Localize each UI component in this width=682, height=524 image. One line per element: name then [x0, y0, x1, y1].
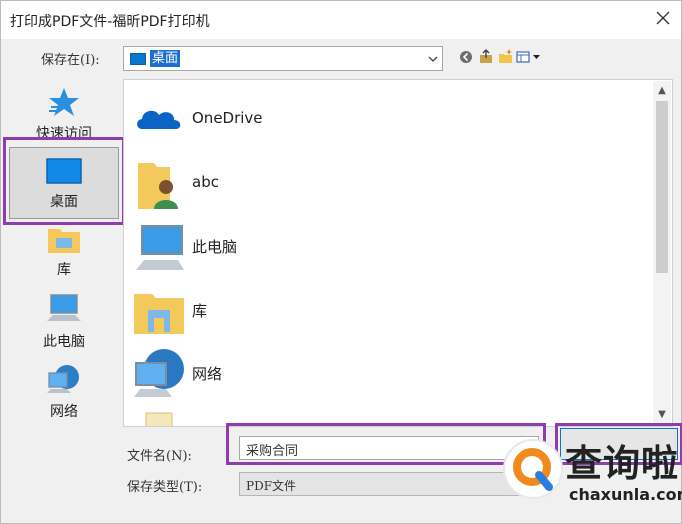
computer-icon: [136, 225, 184, 270]
place-quick-access[interactable]: 快速访问: [9, 81, 119, 143]
place-library[interactable]: 库: [9, 225, 119, 285]
up-folder-icon[interactable]: [478, 47, 494, 67]
back-icon[interactable]: [459, 47, 473, 67]
chevron-down-icon[interactable]: [426, 50, 440, 67]
file-label: abc: [192, 173, 219, 191]
view-menu-icon[interactable]: [516, 47, 542, 67]
library-icon: [48, 229, 80, 253]
save-in-value: 桌面: [150, 50, 181, 67]
desktop-highlight-annotation: [3, 137, 125, 225]
places-bar: 快速访问 桌面 库 此电脑 网络: [9, 79, 119, 427]
desktop-icon: [130, 53, 146, 65]
watermark-logo-icon: [503, 439, 563, 499]
scrollbar-thumb[interactable]: [656, 101, 668, 273]
place-network[interactable]: 网络: [9, 361, 119, 425]
watermark-text: 查询啦: [565, 442, 679, 485]
network-icon: [47, 365, 79, 393]
file-label: 库: [192, 302, 208, 320]
onedrive-cloud-icon: [137, 110, 181, 129]
filename-label: 文件名(N):: [127, 449, 192, 464]
file-item-network[interactable]: 网络: [132, 342, 652, 402]
file-item-library[interactable]: 库: [132, 279, 652, 339]
place-label: 网络: [50, 404, 78, 420]
scroll-down-icon[interactable]: ▼: [656, 409, 668, 421]
vertical-scrollbar[interactable]: ▲ ▼: [653, 81, 671, 425]
computer-icon: [47, 294, 81, 321]
file-item-this-pc[interactable]: 此电脑: [132, 215, 652, 275]
filetype-select[interactable]: PDF文件: [239, 472, 529, 496]
file-label: 网络: [192, 365, 223, 383]
filename-highlight-annotation: [226, 423, 546, 465]
watermark: 查询啦 chaxunla.com: [501, 425, 682, 521]
close-button[interactable]: [645, 1, 681, 37]
scroll-up-icon[interactable]: ▲: [656, 85, 668, 97]
filetype-label: 保存类型(T):: [127, 480, 203, 495]
save-in-dropdown[interactable]: 桌面: [123, 46, 443, 71]
file-label: OneDrive: [192, 109, 263, 127]
folder-icon: [145, 412, 173, 426]
star-icon: [49, 88, 79, 116]
file-list: OneDrive abc 此电脑 库 网络: [123, 79, 673, 427]
watermark-domain: chaxunla.com: [569, 485, 682, 504]
file-label: 此电脑: [192, 238, 238, 256]
new-folder-icon[interactable]: [498, 47, 514, 67]
save-dialog: 打印成PDF文件-福昕PDF打印机 保存在(I): 桌面 快速访问 桌面 库 此…: [0, 0, 682, 524]
place-label: 此电脑: [43, 334, 85, 350]
library-folder-icon: [134, 294, 184, 334]
window-title: 打印成PDF文件-福昕PDF打印机: [10, 14, 210, 30]
save-in-label: 保存在(I):: [41, 53, 100, 68]
user-folder-icon: [138, 163, 178, 209]
close-icon: [656, 11, 670, 25]
place-label: 库: [57, 262, 71, 278]
place-this-pc[interactable]: 此电脑: [9, 291, 119, 357]
file-item-onedrive[interactable]: OneDrive: [132, 88, 652, 148]
file-item-abc[interactable]: abc: [132, 152, 652, 212]
title-bar: 打印成PDF文件-福昕PDF打印机: [1, 1, 681, 39]
network-globe-icon: [134, 349, 184, 397]
